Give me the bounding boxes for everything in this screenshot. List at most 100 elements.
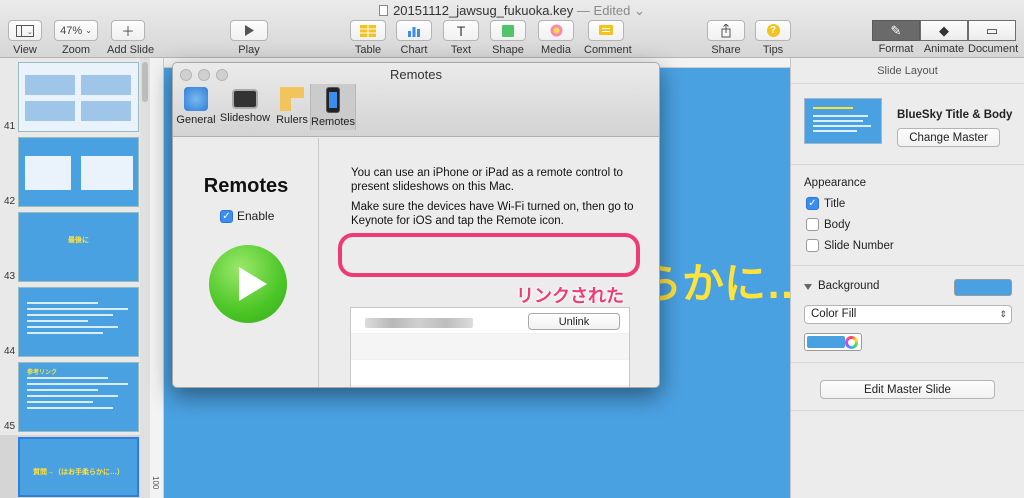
fill-type-select[interactable]: Color Fill ⇕	[804, 305, 1012, 324]
updown-chevron-icon: ⇕	[999, 309, 1007, 319]
slide-number-label: Slide Number	[824, 239, 894, 252]
annotation-label: リンクされた	[516, 286, 624, 306]
format-inspector: Slide Layout BlueSky Title & Body Change…	[790, 58, 1024, 498]
divider	[791, 362, 1024, 363]
slide-number: 45	[4, 421, 16, 432]
slide-thumbnail-42[interactable]: 42	[0, 135, 150, 209]
enable-checkbox[interactable]: ✓	[220, 209, 233, 223]
view-label: View	[13, 44, 37, 56]
comment-button[interactable]: Comment	[584, 20, 632, 56]
monitor-icon	[232, 89, 258, 109]
chevron-down-icon[interactable]: ⌄	[634, 3, 645, 18]
paintbrush-icon: ✎	[890, 22, 902, 38]
tab-general[interactable]: General	[175, 84, 217, 130]
slide-thumbnail-43[interactable]: 最後に 43	[0, 210, 150, 284]
disclosure-triangle-icon[interactable]	[804, 284, 812, 290]
chart-label: Chart	[400, 44, 428, 56]
slide-preview	[18, 287, 139, 357]
chart-button[interactable]: Chart	[396, 20, 432, 56]
tab-slideshow[interactable]: Slideshow	[219, 84, 271, 130]
share-label: Share	[711, 44, 741, 56]
text-label: Text	[450, 44, 472, 56]
edited-status: — Edited	[576, 3, 631, 18]
background-color-swatch[interactable]	[954, 279, 1012, 296]
title-checkbox[interactable]: ✓	[806, 197, 819, 210]
slide-thumbnail-41[interactable]: 41	[0, 60, 150, 134]
title-checkbox-row[interactable]: ✓ Title	[806, 197, 845, 210]
tab-label: General	[176, 114, 216, 126]
slide-navigator: 41 42 最後に 43 44 参考リンク 45 質問→（はお手柔らかに…）	[0, 58, 150, 498]
play-icon	[230, 20, 268, 41]
zoom-label: Zoom	[61, 44, 91, 56]
navigator-scrollbar[interactable]	[140, 58, 150, 498]
tab-rulers[interactable]: Rulers	[274, 84, 310, 130]
body-checkbox-row[interactable]: Body	[806, 218, 850, 231]
slide-text[interactable]: らかに…	[640, 250, 808, 311]
media-icon	[538, 20, 574, 41]
list-item	[351, 360, 629, 386]
slide-thumbnail-44[interactable]: 44	[0, 285, 150, 359]
prefs-window-title: Remotes	[389, 67, 443, 82]
list-item	[351, 334, 629, 360]
edit-master-slide-button[interactable]: Edit Master Slide	[820, 380, 995, 399]
slide-title: 最後に	[68, 237, 89, 244]
device-list: Unlink	[350, 307, 630, 387]
divider	[791, 164, 1024, 165]
prefs-titlebar: Remotes General Slideshow Rulers Remotes	[173, 63, 659, 137]
play-label: Play	[238, 44, 260, 56]
animate-label: Animate	[923, 43, 965, 55]
tab-remotes[interactable]: Remotes	[310, 84, 356, 130]
highlight-annotation	[338, 233, 640, 277]
shape-button[interactable]: Shape	[490, 20, 526, 56]
divider	[791, 410, 1024, 411]
change-master-button[interactable]: Change Master	[897, 128, 1000, 147]
animate-tab[interactable]: ◆	[920, 20, 968, 41]
slide-number-checkbox[interactable]	[806, 239, 819, 252]
table-button[interactable]: Table	[350, 20, 386, 56]
add-slide-button[interactable]: ＋ Add Slide	[107, 20, 154, 56]
format-tab[interactable]: ✎	[872, 20, 920, 41]
master-name: BlueSky Title & Body	[897, 109, 1013, 121]
shape-icon	[490, 20, 526, 41]
share-button[interactable]: Share	[707, 20, 745, 56]
color-fill-swatch[interactable]	[807, 336, 845, 348]
text-button[interactable]: T Text	[443, 20, 479, 56]
enable-checkbox-row[interactable]: ✓ Enable	[220, 209, 274, 223]
shape-label: Shape	[492, 44, 524, 56]
tips-button[interactable]: ? Tips	[755, 20, 791, 56]
slide-thumbnail-45[interactable]: 参考リンク 45	[0, 360, 150, 434]
text-icon: T	[443, 20, 479, 41]
zoom-value: 47%	[60, 24, 83, 37]
zoom-value-box: 47% ⌄	[54, 20, 98, 41]
tab-label: Remotes	[311, 116, 356, 128]
slide-number: 41	[4, 121, 16, 132]
body-checkbox[interactable]	[806, 218, 819, 231]
slide-thumbnail-46[interactable]: 質問→（はお手柔らかに…）	[0, 435, 150, 498]
zoom-select[interactable]: 47% ⌄ Zoom	[54, 20, 98, 56]
inspector-header: Slide Layout	[791, 58, 1024, 84]
document-label: Document	[968, 43, 1019, 55]
color-wheel-icon[interactable]	[845, 336, 858, 349]
tab-label: Rulers	[276, 114, 308, 126]
share-icon	[707, 20, 745, 41]
unlink-button[interactable]: Unlink	[528, 313, 620, 330]
divider	[791, 265, 1024, 266]
ruler-number: 100	[151, 476, 160, 490]
color-well[interactable]	[804, 333, 862, 351]
comment-icon	[588, 20, 624, 41]
document-tab[interactable]: ▭	[968, 20, 1016, 41]
sidebar-layout-icon: ⌄	[8, 20, 42, 41]
media-label: Media	[541, 44, 571, 56]
play-button[interactable]: Play	[230, 20, 268, 56]
device-name-redacted	[365, 318, 473, 328]
slide-title: 参考リンク	[27, 370, 58, 376]
toolbar: 20151112_jawsug_fukuoka.key — Edited ⌄ ⌄…	[0, 0, 1024, 58]
list-item[interactable]: Unlink	[351, 308, 629, 334]
slide-number-checkbox-row[interactable]: Slide Number	[806, 239, 894, 252]
view-button[interactable]: ⌄ View	[8, 20, 42, 56]
master-thumbnail	[804, 98, 882, 144]
ruler-icon	[280, 87, 304, 111]
media-button[interactable]: Media	[538, 20, 574, 56]
enable-label: Enable	[237, 209, 275, 223]
slide-number: 42	[4, 196, 16, 207]
